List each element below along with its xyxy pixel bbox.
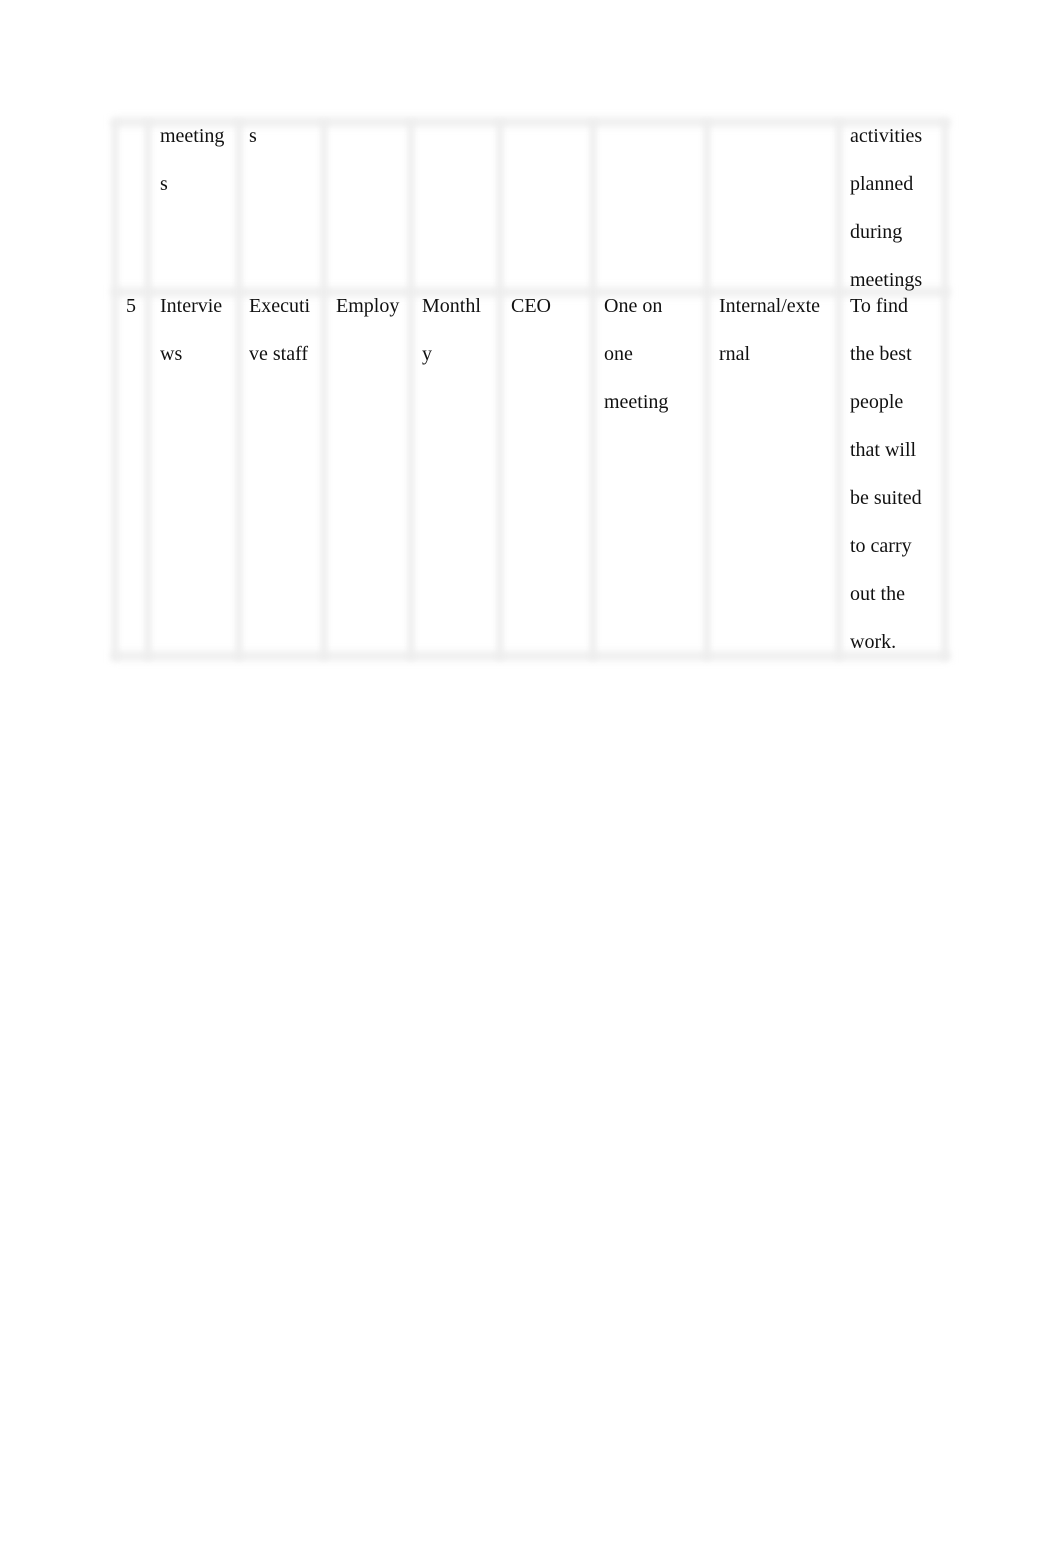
table-cell: s: [249, 125, 257, 147]
document-table: meeting s s activities planned during me…: [112, 118, 950, 660]
table-cell: activities planned during meetings: [850, 125, 923, 291]
column-divider: [836, 120, 842, 660]
column-divider: [704, 120, 710, 660]
column-divider: [942, 120, 948, 660]
column-divider: [145, 120, 151, 660]
table-cell: CEO: [511, 295, 551, 317]
table-cell: Intervie ws: [160, 295, 223, 365]
column-divider: [321, 120, 327, 660]
column-divider: [112, 120, 118, 660]
table-cell: Executi ve staff: [249, 295, 311, 365]
table-cell: To find the best people that will be sui…: [850, 295, 922, 653]
column-divider: [590, 120, 596, 660]
row-number: 5: [126, 295, 136, 317]
column-divider: [497, 120, 503, 660]
table-cell: Employ: [336, 295, 400, 317]
table-cell: Internal/exte rnal: [719, 295, 821, 365]
table-cell: Monthl y: [422, 295, 481, 365]
document-page: meeting s s activities planned during me…: [0, 0, 1062, 1556]
column-divider: [236, 120, 242, 660]
table-cell: meeting s: [160, 125, 225, 195]
table-cell: One on one meeting: [604, 295, 669, 413]
column-divider: [408, 120, 414, 660]
